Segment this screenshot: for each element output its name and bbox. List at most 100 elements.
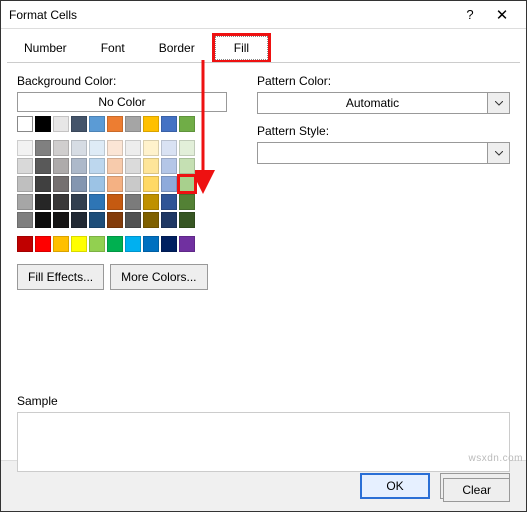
color-swatch[interactable]: [71, 116, 87, 132]
color-swatch[interactable]: [143, 158, 159, 174]
color-swatch[interactable]: [161, 236, 177, 252]
color-swatch[interactable]: [125, 140, 141, 156]
color-swatch[interactable]: [17, 116, 33, 132]
color-swatch[interactable]: [53, 158, 69, 174]
chevron-down-icon[interactable]: [488, 92, 510, 114]
color-swatch[interactable]: [161, 140, 177, 156]
color-swatch[interactable]: [107, 140, 123, 156]
color-swatch[interactable]: [107, 176, 123, 192]
color-swatch[interactable]: [161, 116, 177, 132]
sample-label: Sample: [17, 394, 510, 408]
color-swatch[interactable]: [107, 158, 123, 174]
color-swatch[interactable]: [71, 236, 87, 252]
color-swatch[interactable]: [125, 236, 141, 252]
color-swatch[interactable]: [179, 140, 195, 156]
color-swatch[interactable]: [179, 176, 195, 192]
color-swatch[interactable]: [17, 140, 33, 156]
color-swatch[interactable]: [107, 116, 123, 132]
standard-color-row: [17, 236, 227, 252]
color-swatch[interactable]: [53, 194, 69, 210]
tint-color-grid: [17, 140, 227, 228]
color-swatch[interactable]: [161, 158, 177, 174]
color-swatch[interactable]: [143, 140, 159, 156]
color-swatch[interactable]: [161, 212, 177, 228]
background-color-label: Background Color:: [17, 74, 227, 88]
color-swatch[interactable]: [89, 236, 105, 252]
color-swatch[interactable]: [89, 116, 105, 132]
close-button[interactable]: ✕: [486, 3, 518, 27]
color-swatch[interactable]: [53, 140, 69, 156]
color-swatch[interactable]: [35, 194, 51, 210]
color-swatch[interactable]: [89, 212, 105, 228]
pattern-style-combo[interactable]: [257, 142, 510, 164]
color-swatch[interactable]: [179, 158, 195, 174]
color-swatch[interactable]: [179, 236, 195, 252]
color-swatch[interactable]: [35, 140, 51, 156]
more-colors-button[interactable]: More Colors...: [110, 264, 207, 290]
color-swatch[interactable]: [179, 212, 195, 228]
tab-fill-highlight: Fill: [212, 33, 271, 63]
theme-color-row: [17, 116, 227, 132]
color-swatch[interactable]: [53, 212, 69, 228]
color-swatch[interactable]: [125, 116, 141, 132]
help-button[interactable]: ?: [454, 3, 486, 27]
color-swatch[interactable]: [125, 212, 141, 228]
color-swatch[interactable]: [143, 116, 159, 132]
chevron-down-icon[interactable]: [488, 142, 510, 164]
pattern-color-label: Pattern Color:: [257, 74, 510, 88]
tab-number[interactable]: Number: [7, 35, 84, 63]
color-swatch[interactable]: [35, 236, 51, 252]
color-swatch[interactable]: [143, 176, 159, 192]
color-swatch[interactable]: [161, 194, 177, 210]
format-cells-dialog: Format Cells ? ✕ Number Font Border Fill…: [0, 0, 527, 512]
color-swatch[interactable]: [17, 158, 33, 174]
color-swatch[interactable]: [17, 194, 33, 210]
color-swatch[interactable]: [107, 212, 123, 228]
color-swatch[interactable]: [35, 176, 51, 192]
tab-border[interactable]: Border: [142, 35, 212, 63]
color-swatch[interactable]: [71, 158, 87, 174]
color-swatch[interactable]: [143, 212, 159, 228]
clear-row: Clear: [443, 478, 510, 502]
color-swatch[interactable]: [89, 194, 105, 210]
color-swatch[interactable]: [35, 116, 51, 132]
color-swatch[interactable]: [107, 236, 123, 252]
pattern-color-combo[interactable]: Automatic: [257, 92, 510, 114]
tab-font[interactable]: Font: [84, 35, 142, 63]
color-swatch[interactable]: [125, 176, 141, 192]
color-swatch[interactable]: [35, 212, 51, 228]
no-color-button[interactable]: No Color: [17, 92, 227, 112]
sample-preview: [17, 412, 510, 472]
color-swatch[interactable]: [125, 194, 141, 210]
color-swatch[interactable]: [143, 236, 159, 252]
color-swatch[interactable]: [179, 116, 195, 132]
color-swatch[interactable]: [125, 158, 141, 174]
color-swatch[interactable]: [107, 194, 123, 210]
pattern-style-value: [257, 142, 488, 164]
dialog-title: Format Cells: [9, 8, 454, 22]
fill-effects-button[interactable]: Fill Effects...: [17, 264, 104, 290]
color-swatch[interactable]: [53, 176, 69, 192]
color-swatch[interactable]: [143, 194, 159, 210]
color-swatch[interactable]: [17, 236, 33, 252]
color-swatch[interactable]: [17, 212, 33, 228]
color-swatch[interactable]: [35, 158, 51, 174]
color-swatch[interactable]: [89, 158, 105, 174]
color-swatch[interactable]: [71, 194, 87, 210]
pattern-style-label: Pattern Style:: [257, 124, 510, 138]
watermark: wsxdn.com: [468, 453, 523, 464]
ok-button[interactable]: OK: [360, 473, 430, 499]
titlebar: Format Cells ? ✕: [1, 1, 526, 29]
color-swatch[interactable]: [89, 176, 105, 192]
color-swatch[interactable]: [71, 212, 87, 228]
color-swatch[interactable]: [71, 176, 87, 192]
color-swatch[interactable]: [71, 140, 87, 156]
color-swatch[interactable]: [89, 140, 105, 156]
clear-button[interactable]: Clear: [443, 478, 510, 502]
color-swatch[interactable]: [53, 236, 69, 252]
color-swatch[interactable]: [161, 176, 177, 192]
color-swatch[interactable]: [179, 194, 195, 210]
tab-fill[interactable]: Fill: [215, 36, 268, 60]
color-swatch[interactable]: [53, 116, 69, 132]
color-swatch[interactable]: [17, 176, 33, 192]
